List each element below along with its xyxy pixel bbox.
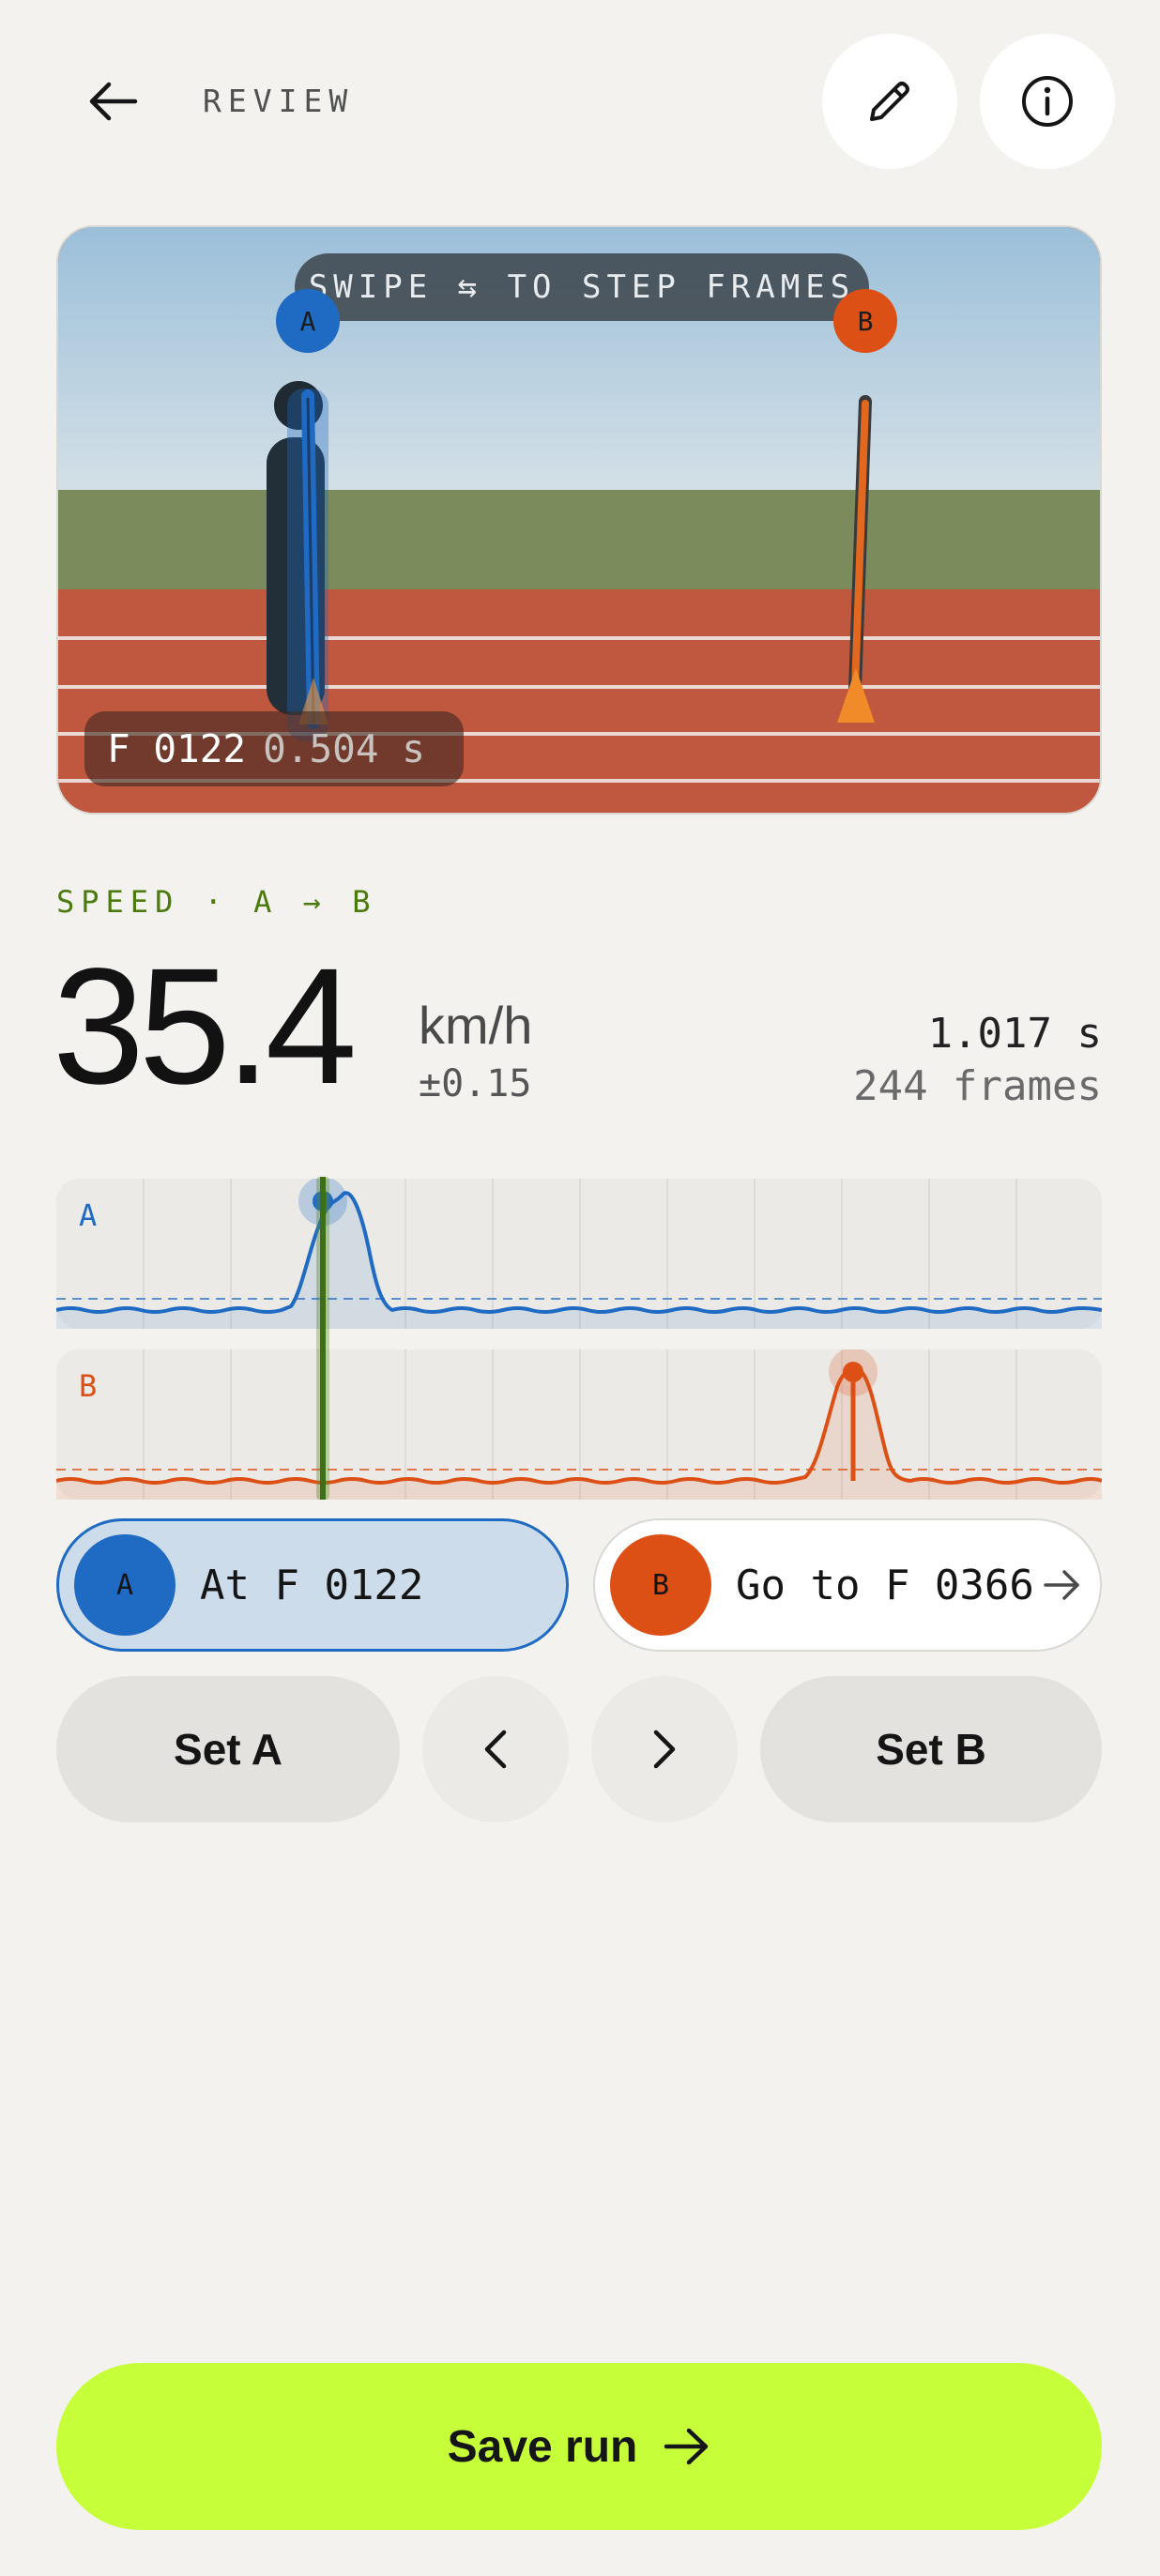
marker-a-position: At F 0122 — [200, 1561, 424, 1609]
frame-counter: F 0122 0.504 s — [84, 711, 464, 786]
marker-b-handle[interactable]: B — [833, 289, 897, 353]
speed-value: 35.4 — [53, 935, 358, 1119]
save-run-label: Save run — [447, 2421, 638, 2472]
frame-time: 0.504 s — [263, 726, 425, 771]
trace-b-label: B — [79, 1368, 98, 1404]
pencil-icon — [870, 82, 909, 121]
trace-a[interactable]: A — [56, 1179, 1102, 1329]
marker-a-pill[interactable]: A At F 0122 — [56, 1518, 569, 1652]
previous-frame-button[interactable] — [422, 1676, 569, 1822]
trace-b[interactable]: B — [56, 1349, 1102, 1500]
marker-b-badge: B — [610, 1534, 711, 1636]
arrow-right-icon — [664, 2428, 709, 2465]
speed-unit: km/h — [419, 996, 533, 1055]
playhead[interactable] — [320, 1177, 326, 1500]
next-frame-button[interactable] — [591, 1676, 738, 1822]
swipe-hint: SWIPE ⇆ TO STEP FRAMES — [295, 253, 869, 321]
speed-label: SPEED · A → B — [56, 884, 377, 920]
save-run-button[interactable]: Save run — [56, 2363, 1102, 2530]
marker-a-handle[interactable]: A — [276, 289, 340, 353]
marker-b-pill[interactable]: B Go to F 0366 — [593, 1518, 1102, 1652]
page-title: REVIEW — [203, 83, 355, 119]
info-icon — [1022, 76, 1073, 127]
marker-a-badge: A — [74, 1534, 176, 1636]
speed-uncertainty: ±0.15 — [419, 1062, 532, 1105]
arrow-right-icon — [1044, 1569, 1081, 1601]
arrow-left-icon — [89, 82, 138, 121]
chevron-right-icon — [653, 1730, 676, 1769]
info-button[interactable] — [980, 34, 1115, 169]
frame-number: F 0122 — [107, 726, 247, 771]
duration-seconds: 1.017 s — [927, 1010, 1102, 1058]
chevron-left-icon — [484, 1730, 507, 1769]
go-to-marker-b: Go to F 0366 — [736, 1561, 1034, 1609]
video-frame[interactable]: SWIPE ⇆ TO STEP FRAMES A B F 0122 0.504 … — [56, 225, 1102, 815]
back-button[interactable] — [56, 56, 169, 146]
duration-frames: 244 frames — [853, 1062, 1102, 1110]
trace-a-label: A — [79, 1197, 98, 1233]
set-b-button[interactable]: Set B — [760, 1676, 1102, 1822]
edit-button[interactable] — [822, 34, 957, 169]
set-a-button[interactable]: Set A — [56, 1676, 400, 1822]
